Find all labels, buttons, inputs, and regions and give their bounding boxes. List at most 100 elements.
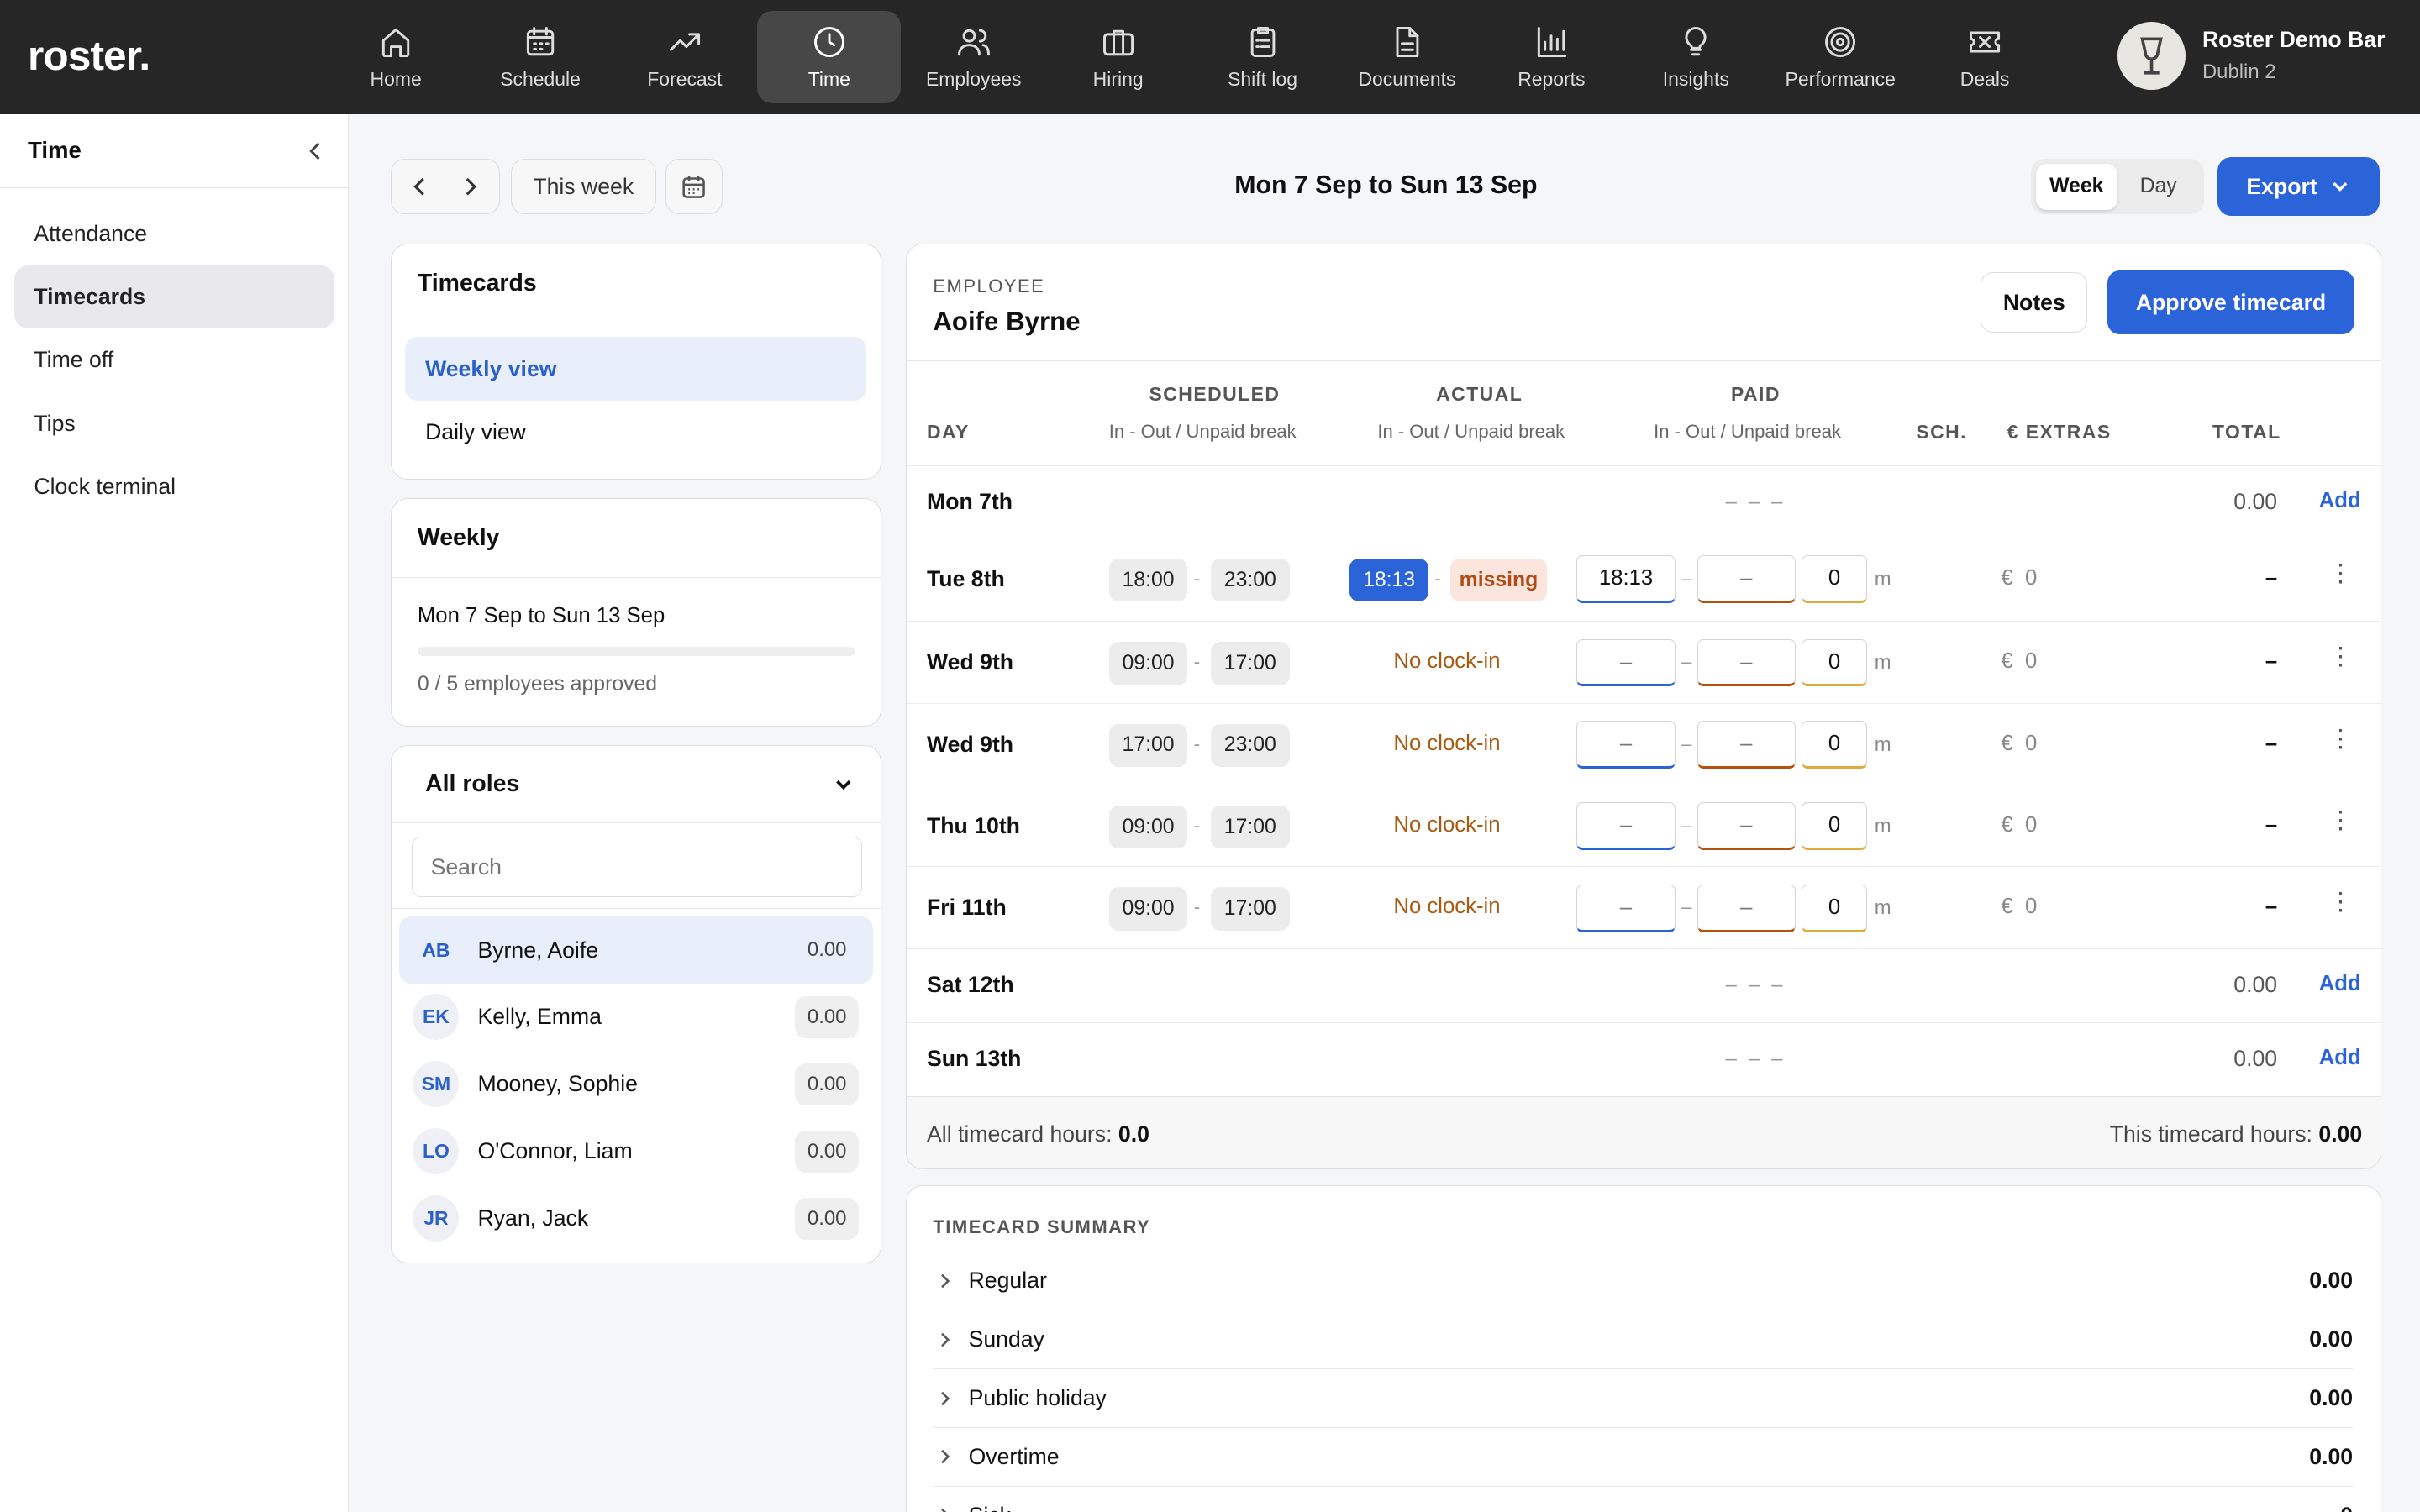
nav-hiring[interactable]: Hiring [1046, 11, 1190, 103]
nav-schedule[interactable]: Schedule [469, 11, 613, 103]
roles-dropdown[interactable]: All roles [391, 746, 881, 823]
nav-performance[interactable]: Performance [1769, 11, 1912, 103]
prev-week-chevron-icon[interactable] [392, 160, 445, 213]
export-button[interactable]: Export [2217, 157, 2381, 217]
summary-item-sunday[interactable]: Sunday 0.00 [933, 1310, 2354, 1370]
weekly-card: Weekly Mon 7 Sep to Sun 13 Sep 0 / 5 emp… [390, 498, 881, 727]
roster-logo[interactable]: roster. [28, 31, 150, 80]
timecards-card: Timecards Weekly view Daily view [390, 244, 881, 480]
extras-value: 0 [2024, 649, 2038, 674]
summary-item-regular[interactable]: Regular 0.00 [933, 1252, 2354, 1311]
clipboard-icon [1250, 26, 1275, 57]
scheduled-out: 17:00 [1210, 642, 1290, 685]
more-options-icon[interactable]: ⋮ [2328, 726, 2353, 750]
unpaid-break-input[interactable]: 0 [1802, 884, 1867, 932]
paid-in-input[interactable]: – [1576, 884, 1676, 932]
more-options-icon[interactable]: ⋮ [2328, 890, 2353, 914]
user-menu[interactable]: Roster Demo Bar Dublin 2 [2117, 21, 2385, 90]
day-toggle[interactable]: Day [2118, 164, 2199, 210]
paid-in-input[interactable]: – [1576, 638, 1676, 687]
employee-list-item[interactable]: AB Byrne, Aoife 0.00 [398, 916, 873, 984]
nav-reports[interactable]: Reports [1480, 11, 1623, 103]
more-options-icon[interactable]: ⋮ [2328, 644, 2353, 669]
extras-value: 0 [2024, 813, 2038, 837]
next-week-chevron-icon[interactable] [445, 160, 497, 213]
nav-employees[interactable]: Employees [902, 11, 1045, 103]
extras-field[interactable]: € 0 [2001, 566, 2037, 591]
nav-shift-log[interactable]: Shift log [1191, 11, 1334, 103]
employee-hours: 0.00 [795, 1130, 860, 1173]
briefcase-icon [1102, 29, 1134, 56]
unpaid-break-input[interactable]: 0 [1802, 638, 1867, 687]
paid-out-input[interactable]: – [1697, 802, 1797, 851]
approve-timecard-button[interactable]: Approve timecard [2107, 270, 2354, 334]
summary-item-sick[interactable]: Sick 0 [933, 1487, 2353, 1512]
nav-insights[interactable]: Insights [1624, 11, 1768, 103]
week-toggle[interactable]: Week [2035, 163, 2118, 210]
paid-in-input[interactable]: – [1576, 802, 1676, 851]
sidebar-item-timecards[interactable]: Timecards [13, 265, 334, 329]
weekly-range: Mon 7 Sep to Sun 13 Sep [417, 604, 666, 628]
summary-item-overtime[interactable]: Overtime 0.00 [933, 1428, 2354, 1487]
sidebar-item-tips[interactable]: Tips [14, 391, 334, 454]
employee-search-input[interactable] [411, 837, 862, 898]
separator: - [1193, 651, 1201, 673]
extras-field[interactable]: € 0 [2001, 649, 2037, 674]
date-picker-button[interactable] [665, 159, 723, 215]
employee-list-item[interactable]: SM Mooney, Sophie 0.00 [399, 1051, 873, 1118]
roles-card: All roles AB Byrne, Aoife 0.00 EK Kelly, Emm… [390, 745, 881, 1264]
notes-button[interactable]: Notes [1981, 272, 2088, 333]
collapse-chevron-left-icon[interactable] [305, 140, 327, 162]
summary-item-public-holiday[interactable]: Public holiday 0.00 [933, 1369, 2354, 1428]
unpaid-break-input[interactable]: 0 [1802, 720, 1867, 769]
employee-initials: EK [413, 994, 460, 1041]
nav-deals[interactable]: Deals [1913, 11, 2057, 103]
nav-documents[interactable]: Documents [1335, 11, 1479, 103]
employee-initials: AB [422, 938, 450, 961]
paid-out-input[interactable]: – [1697, 720, 1797, 769]
sidebar-item-attendance[interactable]: Attendance [14, 202, 334, 265]
nav-forecast[interactable]: Forecast [613, 11, 757, 103]
employee-list-item[interactable]: EK Kelly, Emma 0.00 [399, 984, 873, 1051]
nav-time[interactable]: Time [757, 10, 902, 104]
unpaid-break-input[interactable]: 0 [1802, 555, 1867, 604]
more-options-icon[interactable]: ⋮ [2328, 808, 2353, 832]
currency-symbol: € [2001, 895, 2013, 919]
sidebar-item-time-off[interactable]: Time off [14, 328, 334, 391]
more-options-icon[interactable]: ⋮ [2328, 561, 2353, 585]
nav-label: Hiring [1092, 68, 1144, 91]
no-clock-in-status: No clock-in [1393, 731, 1501, 755]
timecard-row: Tue 8th 18:00-23:00 18:13- missing 18:13– –0 m… [907, 538, 2381, 621]
employee-list-item[interactable]: LO O'Connor, Liam 0.00 [399, 1118, 873, 1185]
nav-label: Deals [1960, 68, 2010, 91]
weekly-view-option[interactable]: Weekly view [405, 337, 867, 401]
paid-out-input[interactable]: – [1697, 884, 1797, 932]
paid-out-input[interactable]: – [1697, 555, 1797, 604]
paid-in-input[interactable]: – [1576, 720, 1676, 769]
chevron-down-icon [2333, 182, 2348, 192]
scheduled-in: 09:00 [1108, 805, 1188, 849]
add-shift-link[interactable]: Add [2319, 489, 2361, 513]
daily-view-option[interactable]: Daily view [405, 401, 866, 464]
bar-chart-icon [1538, 26, 1567, 57]
sidebar-item-clock-terminal[interactable]: Clock terminal [14, 455, 334, 518]
extras-field[interactable]: € 0 [2001, 732, 2037, 756]
paid-out-input[interactable]: – [1697, 638, 1797, 687]
employee-list-item[interactable]: JR Ryan, Jack 0.00 [399, 1185, 873, 1252]
employee-initials: SM [413, 1061, 460, 1108]
nav-home[interactable]: Home [324, 11, 468, 103]
add-shift-link[interactable]: Add [2319, 972, 2361, 996]
extras-field[interactable]: € 0 [2001, 895, 2037, 919]
add-shift-link[interactable]: Add [2319, 1046, 2361, 1070]
ticket-icon [1970, 31, 2001, 53]
extras-field[interactable]: € 0 [2001, 813, 2037, 837]
timecard-row: Sat 12th – – – 0.00 Add [907, 948, 2381, 1022]
total-header: TOTAL [2212, 420, 2281, 443]
actual-in[interactable]: 18:13 [1349, 559, 1428, 602]
summary-value: 0.00 [2309, 1443, 2354, 1469]
top-bar: roster. Home Schedule Forecast Time Employee… [0, 0, 2420, 114]
unpaid-break-input[interactable]: 0 [1802, 802, 1867, 851]
this-week-button[interactable]: This week [510, 159, 656, 215]
paid-in-input[interactable]: 18:13 [1576, 555, 1676, 604]
people-icon [957, 29, 990, 56]
